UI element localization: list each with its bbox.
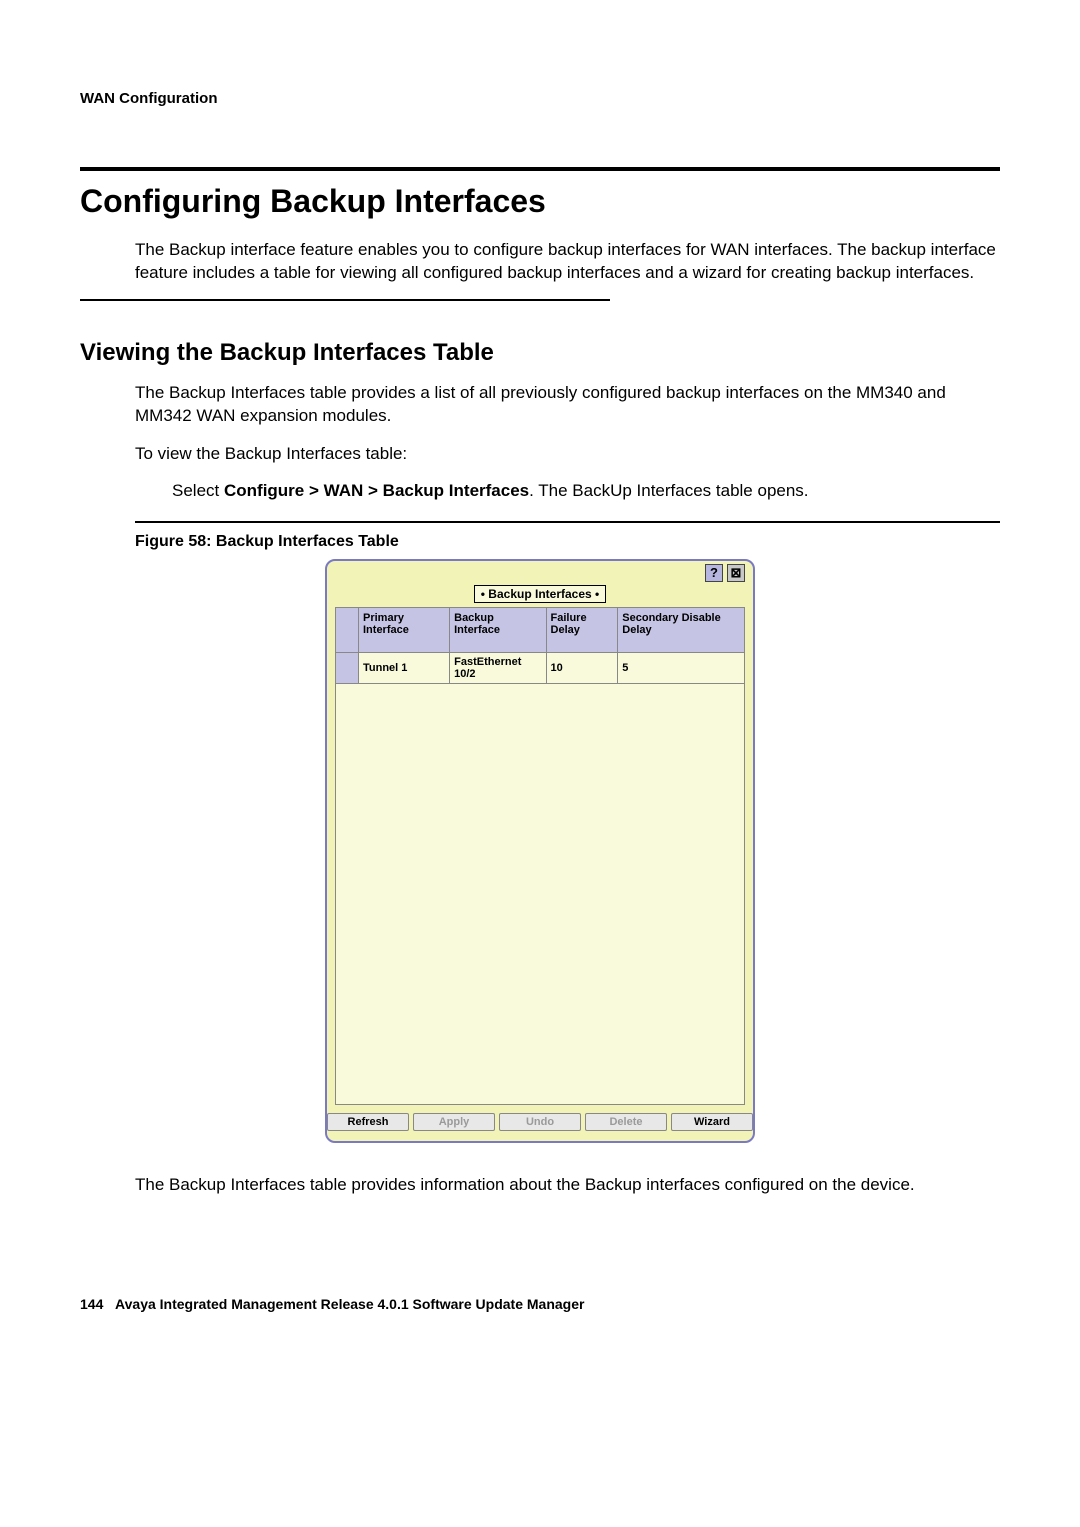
subsection-rule xyxy=(80,299,610,301)
row-select-cell[interactable] xyxy=(336,652,359,683)
figure-container: ? ⊠ • Backup Interfaces • Primary Interf… xyxy=(80,559,1000,1143)
step-line: Select Configure > WAN > Backup Interfac… xyxy=(80,479,1000,502)
wizard-button[interactable]: Wizard xyxy=(671,1113,753,1131)
help-icon[interactable]: ? xyxy=(705,564,723,582)
paragraph: The Backup Interfaces table provides a l… xyxy=(80,381,1000,428)
col-primary-interface[interactable]: Primary Interface xyxy=(359,607,450,652)
paragraph: To view the Backup Interfaces table: xyxy=(80,442,1000,465)
panel-title: • Backup Interfaces • xyxy=(335,585,745,603)
step-pre: Select xyxy=(172,481,224,500)
table-header-row: Primary Interface Backup Interface Failu… xyxy=(336,607,745,652)
cell-secondary-disable-delay: 5 xyxy=(618,652,745,683)
section-heading: Configuring Backup Interfaces xyxy=(80,183,1000,220)
col-failure-delay[interactable]: Failure Delay xyxy=(546,607,618,652)
page-number: 144 xyxy=(80,1296,103,1312)
page-footer: 144 Avaya Integrated Management Release … xyxy=(80,1296,1000,1312)
page-header-breadcrumb: WAN Configuration xyxy=(80,90,1000,107)
cell-backup-interface: FastEthernet 10/2 xyxy=(450,652,546,683)
col-backup-interface[interactable]: Backup Interface xyxy=(450,607,546,652)
cell-failure-delay: 10 xyxy=(546,652,618,683)
figure-top-rule xyxy=(135,521,1000,523)
refresh-button[interactable]: Refresh xyxy=(327,1113,409,1131)
apply-button[interactable]: Apply xyxy=(413,1113,495,1131)
col-secondary-disable-delay[interactable]: Secondary Disable Delay xyxy=(618,607,745,652)
table-row[interactable]: Tunnel 1 FastEthernet 10/2 10 5 xyxy=(336,652,745,683)
menu-path: Configure > WAN > Backup Interfaces xyxy=(224,481,529,500)
subsection-heading: Viewing the Backup Interfaces Table xyxy=(80,339,1000,367)
close-icon[interactable]: ⊠ xyxy=(727,564,745,582)
closing-paragraph: The Backup Interfaces table provides inf… xyxy=(80,1173,1000,1196)
backup-interfaces-table: Primary Interface Backup Interface Failu… xyxy=(335,607,745,684)
panel-title-text: • Backup Interfaces • xyxy=(474,585,606,603)
cell-primary-interface: Tunnel 1 xyxy=(359,652,450,683)
delete-button[interactable]: Delete xyxy=(585,1113,667,1131)
footer-title: Avaya Integrated Management Release 4.0.… xyxy=(115,1296,584,1312)
undo-button[interactable]: Undo xyxy=(499,1113,581,1131)
rule-divider xyxy=(80,167,1000,171)
step-post: . The BackUp Interfaces table opens. xyxy=(529,481,808,500)
select-all-header[interactable] xyxy=(336,607,359,652)
table-empty-area xyxy=(335,684,745,1105)
figure-caption: Figure 58: Backup Interfaces Table xyxy=(80,533,1000,551)
intro-paragraph: The Backup interface feature enables you… xyxy=(80,238,1000,285)
app-window: ? ⊠ • Backup Interfaces • Primary Interf… xyxy=(325,559,755,1143)
button-row: Refresh Apply Undo Delete Wizard xyxy=(335,1113,745,1131)
